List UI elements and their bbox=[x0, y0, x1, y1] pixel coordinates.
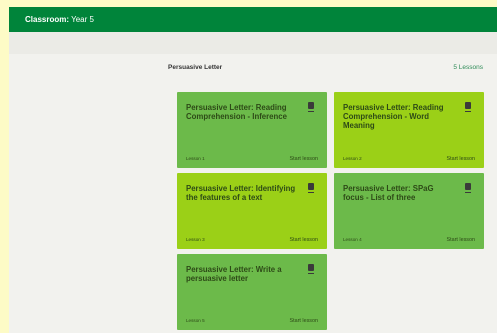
lesson-title: Persuasive Letter: Reading Comprehension… bbox=[343, 103, 444, 131]
start-lesson-button[interactable]: Start lesson bbox=[447, 237, 475, 243]
classroom-title: Classroom: Year 5 bbox=[25, 7, 94, 32]
start-lesson-button[interactable]: Start lesson bbox=[290, 237, 318, 243]
lesson-count[interactable]: 5 Lessons bbox=[453, 64, 483, 71]
document-icon bbox=[308, 183, 315, 193]
lesson-card-5[interactable]: Persuasive Letter: Write a persuasive le… bbox=[177, 254, 327, 330]
top-bar: Classroom: Year 5 bbox=[9, 7, 497, 32]
start-lesson-button[interactable]: Start lesson bbox=[290, 156, 318, 162]
document-icon bbox=[308, 102, 315, 112]
lesson-card-4[interactable]: Persuasive Letter: SPaG focus - List of … bbox=[334, 173, 484, 249]
lesson-card-3[interactable]: Persuasive Letter: Identifying the featu… bbox=[177, 173, 327, 249]
unit-title: Persuasive Letter bbox=[168, 64, 223, 71]
lesson-title: Persuasive Letter: SPaG focus - List of … bbox=[343, 184, 434, 203]
lesson-title: Persuasive Letter: Identifying the featu… bbox=[186, 184, 296, 203]
lesson-number: Lesson 4 bbox=[343, 237, 362, 242]
document-icon bbox=[465, 102, 472, 112]
lesson-number: Lesson 2 bbox=[343, 156, 362, 161]
lesson-number: Lesson 5 bbox=[186, 318, 205, 323]
sub-bar bbox=[9, 32, 497, 54]
lesson-card-1[interactable]: Persuasive Letter: Reading Comprehension… bbox=[177, 92, 327, 168]
lesson-card-2[interactable]: Persuasive Letter: Reading Comprehension… bbox=[334, 92, 484, 168]
lesson-number: Lesson 3 bbox=[186, 237, 205, 242]
lesson-number: Lesson 1 bbox=[186, 156, 205, 161]
lesson-title: Persuasive Letter: Write a persuasive le… bbox=[186, 265, 282, 284]
document-icon bbox=[465, 183, 472, 193]
lesson-title: Persuasive Letter: Reading Comprehension… bbox=[186, 103, 287, 122]
start-lesson-button[interactable]: Start lesson bbox=[447, 156, 475, 162]
classroom-name: Year 5 bbox=[71, 15, 94, 24]
document-icon bbox=[308, 264, 315, 274]
start-lesson-button[interactable]: Start lesson bbox=[290, 318, 318, 324]
classroom-label: Classroom: bbox=[25, 15, 70, 24]
